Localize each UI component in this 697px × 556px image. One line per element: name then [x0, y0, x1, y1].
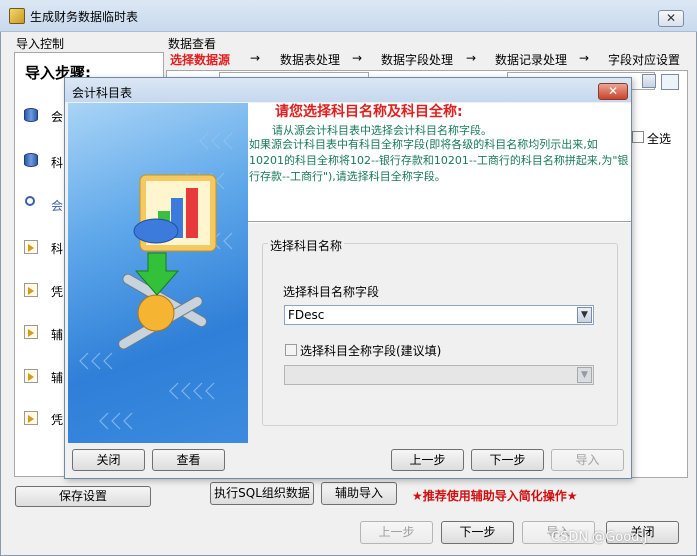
arrow-icon: [24, 411, 38, 425]
group-title: 选择科目名称: [268, 237, 345, 254]
step-item-label[interactable]: 辅: [51, 326, 63, 343]
full-name-checkbox-label: 选择科目全称字段(建议填): [300, 344, 442, 358]
chevron-down-icon[interactable]: ▼: [577, 367, 592, 383]
dialog-next-button[interactable]: 下一步: [471, 449, 544, 471]
dialog-close-button[interactable]: ✕: [598, 83, 628, 100]
step-item-label[interactable]: 会: [51, 108, 63, 125]
account-name-group: [262, 243, 618, 426]
wizard-step-datasource[interactable]: 选择数据源: [170, 51, 230, 68]
dialog-heading: 请您选择科目名称及科目全称:: [275, 104, 463, 120]
wizard-arrow: →: [579, 51, 590, 65]
select-all-checkbox[interactable]: [632, 131, 644, 143]
search-icon: [25, 196, 35, 206]
import-control-label: 导入控制: [16, 37, 65, 51]
arrow-icon: [24, 283, 38, 297]
account-name-field-label: 选择科目名称字段: [283, 285, 380, 299]
wizard-arrow: →: [352, 51, 363, 65]
database-icon: [24, 153, 38, 167]
execute-sql-button[interactable]: 执行SQL组织数据: [210, 482, 314, 505]
full-name-checkbox[interactable]: [285, 344, 297, 356]
next-button[interactable]: 下一步: [441, 521, 514, 544]
select-all-label: 全选: [647, 132, 672, 146]
wizard-arrow: →: [466, 51, 477, 65]
dialog-close-btn[interactable]: 关闭: [72, 449, 145, 471]
dialog-prev-button[interactable]: 上一步: [391, 449, 464, 471]
data-view-label: 数据查看: [168, 37, 217, 51]
dialog-title: 会计科目表: [72, 86, 133, 100]
dialog-description-2: 如果源会计科目表中有科目全称字段(即将各级的科目名称均列示出来,如10201的科…: [249, 138, 629, 183]
step-item-label[interactable]: 凭: [51, 411, 63, 428]
arrow-icon: [24, 240, 38, 254]
window-title: 生成财务数据临时表: [30, 10, 139, 24]
chevron-down-icon[interactable]: [642, 74, 656, 88]
dialog-import-button[interactable]: 导入: [551, 449, 624, 471]
chevron-down-icon[interactable]: ▼: [577, 307, 592, 323]
dialog-description-1: 请从源会计科目表中选择会计科目名称字段。: [272, 124, 492, 137]
app-icon: [9, 8, 25, 24]
watermark: CSDN @Good.J: [551, 530, 648, 545]
step-item-label[interactable]: 辅: [51, 369, 63, 386]
dialog-view-button[interactable]: 查看: [152, 449, 225, 471]
aux-import-button[interactable]: 辅助导入: [321, 482, 397, 505]
step-item-label[interactable]: 会: [51, 197, 63, 214]
wizard-illustration: [68, 103, 248, 443]
full-name-field-select[interactable]: [284, 365, 594, 385]
wizard-step-record[interactable]: 数据记录处理: [495, 51, 567, 68]
wizard-step-field[interactable]: 数据字段处理: [381, 51, 453, 68]
hint-text: ★推荐使用辅助导入简化操作★: [412, 489, 578, 503]
arrow-icon: [24, 369, 38, 383]
wizard-step-table[interactable]: 数据表处理: [280, 51, 340, 68]
save-settings-button[interactable]: 保存设置: [15, 486, 151, 507]
wizard-illustration-graphic: [79, 132, 233, 430]
step-item-label[interactable]: 科: [51, 154, 63, 171]
step-item-label[interactable]: 凭: [51, 283, 63, 300]
step-item-label[interactable]: 科: [51, 240, 63, 257]
arrow-icon: [24, 325, 38, 339]
database-icon: [24, 108, 38, 122]
wizard-steps: 选择数据源 → 数据表处理 → 数据字段处理 → 数据记录处理 → 字段对应设置: [168, 51, 688, 67]
account-name-field-select[interactable]: FDesc: [284, 305, 594, 325]
wizard-arrow: →: [250, 51, 261, 65]
prev-button[interactable]: 上一步: [360, 521, 433, 544]
grid-icon[interactable]: [661, 74, 679, 90]
dialog-titlebar: [65, 78, 631, 102]
window-close-button[interactable]: ✕: [658, 10, 684, 27]
header-divider: [248, 221, 631, 223]
wizard-step-mapping[interactable]: 字段对应设置: [608, 51, 680, 68]
